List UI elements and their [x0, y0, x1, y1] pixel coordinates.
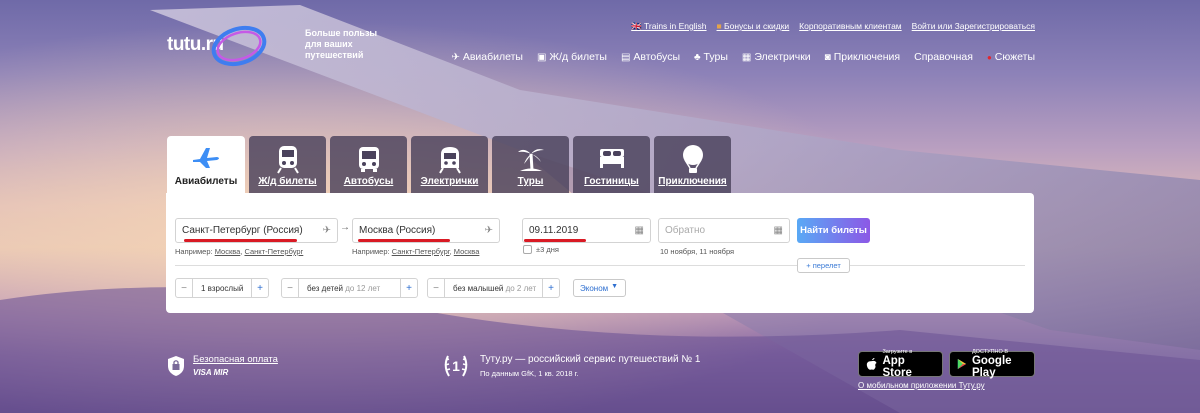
camera-icon: ◙	[824, 51, 831, 63]
add-flight-button[interactable]: + перелет	[797, 258, 850, 273]
suburban-train-icon	[438, 147, 461, 174]
search-form: Санкт-Петербург (Россия) ✈ Например: Мос…	[166, 193, 1034, 313]
to-hint: Например: Санкт-Петербург, Москва	[352, 247, 480, 256]
checkbox[interactable]	[523, 245, 532, 254]
login-link[interactable]: Войти или Зарегистрироваться	[912, 21, 1035, 32]
hint-link[interactable]: Москва	[454, 247, 480, 256]
tutu-logo[interactable]: tutu.ru	[167, 22, 268, 68]
hint-link[interactable]: Санкт-Петербург	[244, 247, 303, 256]
award-title: Туту.ру — российский сервис путешествий …	[480, 354, 701, 365]
date-underline	[524, 239, 586, 242]
shield-lock-icon	[168, 355, 184, 376]
return-date-field[interactable]: Обратно ▦	[658, 218, 790, 243]
nav-item-adventures[interactable]: ◙ Приключения	[825, 51, 900, 63]
nav-item-suburban[interactable]: ▦ Электрички	[742, 51, 811, 63]
trains-in-english-link[interactable]: 🇬🇧 Trains in English	[631, 21, 706, 32]
chevron-down-icon: ▼	[611, 283, 618, 290]
from-underline	[184, 239, 297, 242]
infants-stepper: − без малышей до 2 лет +	[427, 278, 560, 298]
gift-icon: ■	[716, 21, 725, 31]
suburban-train-icon: ▦	[741, 51, 752, 63]
from-hint: Например: Москва, Санкт-Петербург	[175, 247, 304, 256]
corporate-link[interactable]: Корпоративным клиентам	[799, 21, 901, 32]
nav-item-stories[interactable]: ● Сюжеты	[987, 51, 1035, 63]
form-divider	[175, 265, 1025, 266]
laurel-award-icon: 1	[444, 355, 468, 377]
award-badge: 1 Туту.ру — российский сервис путешестви…	[442, 350, 700, 382]
brand-slogan: Больше пользы для ваших путешествий	[305, 28, 378, 60]
nav-item-avia[interactable]: ✈ Авиабилеты	[451, 51, 523, 63]
mobile-app-link[interactable]: О мобильном приложении Туту.ру	[858, 381, 985, 390]
return-hint[interactable]: 10 ноября, 11 ноября	[660, 247, 734, 256]
calendar-icon: ▦	[634, 225, 644, 236]
plane-icon: ✈	[451, 51, 460, 63]
search-tabs: Авиабилеты Ж/д билеты Автобусы Электричк…	[167, 136, 731, 193]
tab-bus[interactable]: Автобусы	[330, 136, 407, 193]
nav-item-tours[interactable]: ♣ Туры	[694, 51, 728, 63]
minus-button[interactable]: −	[428, 279, 444, 297]
tab-suburban[interactable]: Электрички	[411, 136, 488, 193]
secure-payment-link[interactable]: Безопасная оплата	[193, 354, 278, 365]
plane-icon: ✈	[322, 225, 331, 236]
class-select[interactable]: Эконом ▼	[573, 279, 626, 297]
plane-icon	[193, 148, 219, 168]
minus-button[interactable]: −	[176, 279, 192, 297]
logo-swirl-icon	[211, 25, 266, 67]
calendar-icon: ▦	[773, 225, 783, 236]
nav-item-help[interactable]: Справочная	[914, 51, 973, 63]
red-dot-icon: ●	[986, 52, 992, 62]
flex-dates-checkbox[interactable]: ±3 дня	[523, 245, 559, 254]
apple-icon	[866, 358, 877, 370]
svg-text:1: 1	[452, 358, 460, 374]
tab-rail[interactable]: Ж/д билеты	[249, 136, 326, 193]
app-store-button[interactable]: Загрузите в App Store	[858, 349, 943, 379]
nav-item-bus[interactable]: ▤ Автобусы	[621, 51, 680, 63]
plus-button[interactable]: +	[252, 279, 268, 297]
nav-item-rail[interactable]: ▣ Ж/д билеты	[537, 51, 607, 63]
train-icon	[276, 146, 299, 174]
uk-flag-icon: 🇬🇧	[631, 21, 644, 31]
balloon-icon	[682, 145, 703, 173]
adults-stepper: − 1 взрослый +	[175, 278, 269, 298]
tab-avia[interactable]: Авиабилеты	[167, 136, 245, 193]
hint-link[interactable]: Москва	[215, 247, 241, 256]
tab-tours[interactable]: Туры	[492, 136, 569, 193]
bus-icon	[358, 147, 379, 172]
children-stepper: − без детей до 12 лет +	[281, 278, 418, 298]
card-logos: VISA MIR	[193, 368, 229, 377]
bed-icon	[599, 149, 624, 168]
google-play-button[interactable]: ДОСТУПНО В Google Play	[949, 349, 1035, 379]
palm-icon: ♣	[693, 51, 701, 63]
minus-button[interactable]: −	[282, 279, 298, 297]
find-tickets-button[interactable]: Найти билеты	[797, 218, 870, 243]
plus-button[interactable]: +	[401, 279, 417, 297]
top-links: 🇬🇧 Trains in English ■ Бонусы и скидки К…	[631, 21, 1035, 32]
bus-icon: ▤	[620, 51, 631, 63]
plus-button[interactable]: +	[543, 279, 559, 297]
secure-payment: Безопасная оплата VISA MIR	[167, 354, 278, 377]
tab-adventures[interactable]: Приключения	[654, 136, 731, 193]
swap-arrow-icon[interactable]: →	[340, 222, 350, 233]
tab-hotels[interactable]: Гостиницы	[573, 136, 650, 193]
plane-icon: ✈	[484, 225, 493, 236]
award-note: По данным GfK, 1 кв. 2018 г.	[480, 369, 579, 378]
hint-link[interactable]: Санкт-Петербург	[392, 247, 450, 256]
bonuses-link[interactable]: ■ Бонусы и скидки	[717, 21, 790, 32]
google-play-icon	[957, 359, 967, 369]
train-icon: ▣	[536, 51, 547, 63]
palm-icon	[517, 149, 544, 171]
main-nav: ✈ Авиабилеты ▣ Ж/д билеты ▤ Автобусы ♣ Туры …	[451, 51, 1035, 63]
to-underline	[358, 239, 450, 242]
